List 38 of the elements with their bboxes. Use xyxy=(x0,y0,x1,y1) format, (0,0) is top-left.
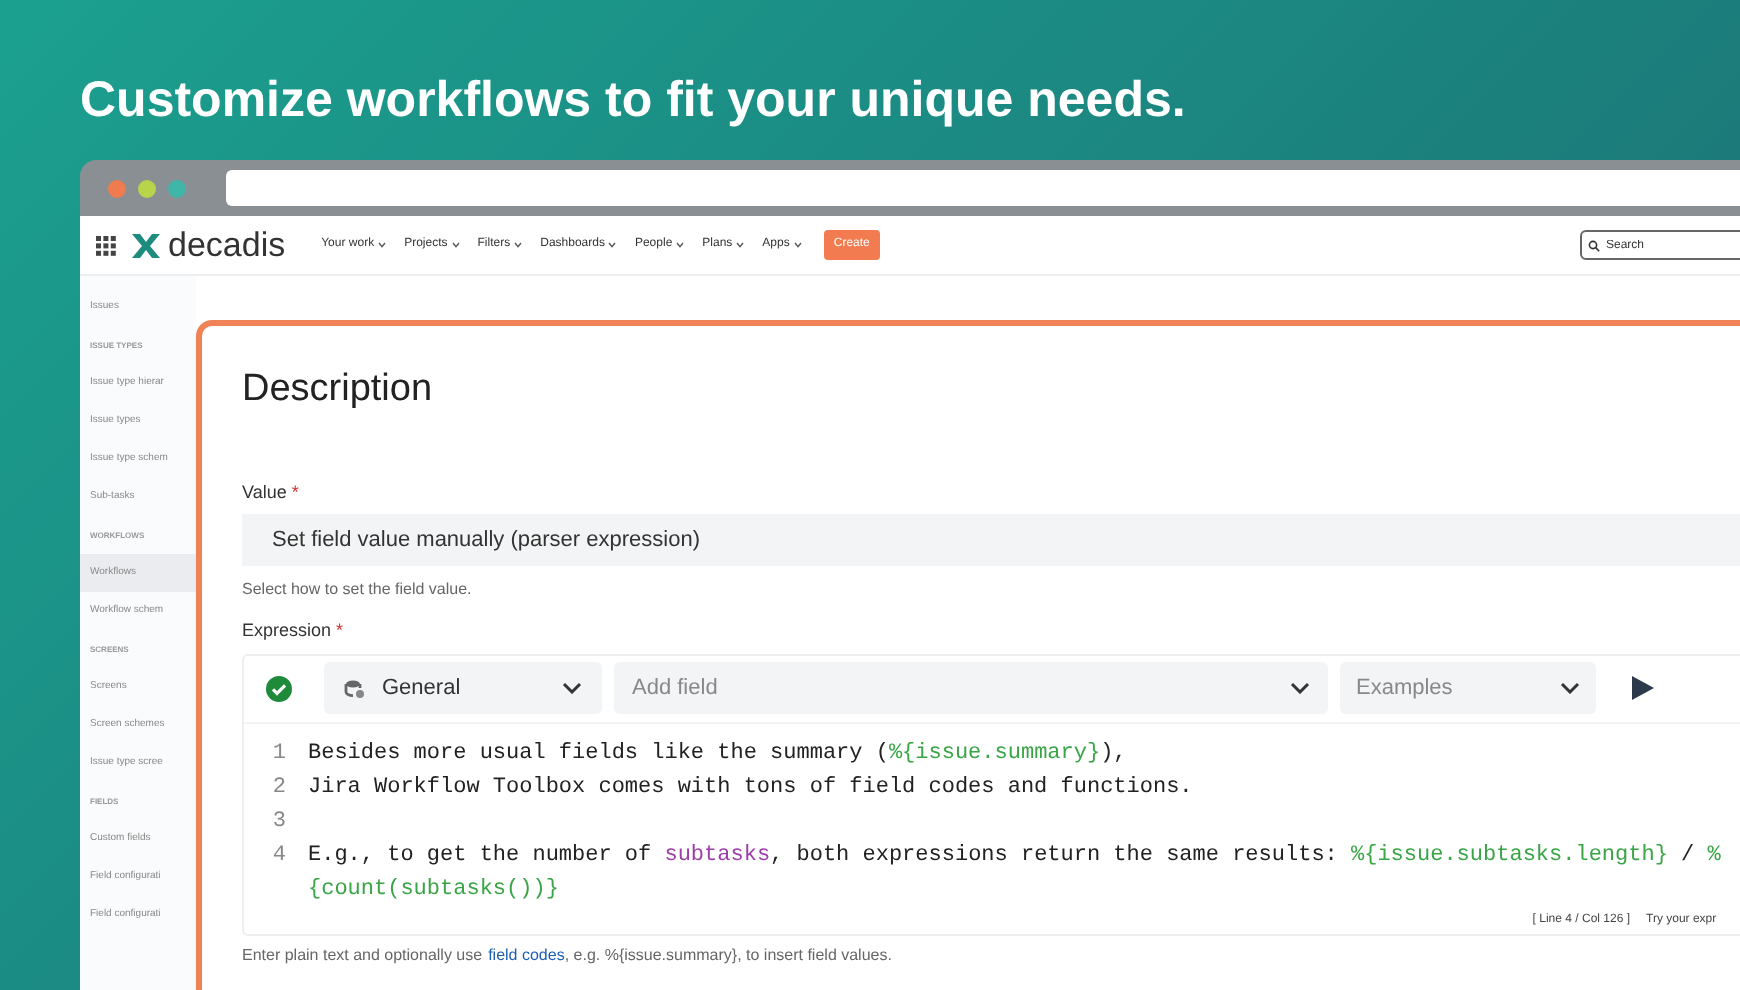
search-icon xyxy=(1588,240,1600,252)
app-grid-icon[interactable] xyxy=(96,235,116,255)
panel-title: Description xyxy=(242,366,435,414)
chevron-down-icon xyxy=(1290,682,1310,694)
line-number: 4 xyxy=(270,841,288,871)
help-text: , e.g. %{issue.summary}, to insert field values. xyxy=(564,943,892,967)
value-select[interactable]: Set field value manually (parser expression) xyxy=(242,514,1740,566)
caret-icon xyxy=(514,242,523,248)
caret-icon xyxy=(676,242,685,248)
code-line: Besides more usual fields like the summary (%{issue.summary}), xyxy=(308,739,1129,769)
field-codes-link[interactable]: field codes xyxy=(488,943,565,967)
caret-icon xyxy=(451,242,460,248)
required-mark: * xyxy=(336,620,344,640)
caret-icon xyxy=(793,242,802,248)
chevron-down-icon xyxy=(562,682,582,694)
caret-icon xyxy=(736,242,745,248)
database-icon xyxy=(344,677,366,699)
field-label: Value xyxy=(242,481,287,501)
field-label: Expression xyxy=(242,620,332,640)
code-line: Jira Workflow Toolbox comes with tons of field codes and functions. xyxy=(308,773,1195,803)
required-mark: * xyxy=(291,481,299,501)
caret-icon xyxy=(608,242,617,248)
caret-icon xyxy=(378,242,387,248)
line-number: 1 xyxy=(270,739,288,769)
examples-select[interactable]: Examples xyxy=(1340,662,1596,714)
line-number: 2 xyxy=(270,773,288,803)
logo-text[interactable]: decadis xyxy=(168,219,286,271)
play-icon[interactable] xyxy=(1632,676,1654,700)
code-line: E.g., to get the number of subtasks, both expressions return the same results: %{issue.subtasks.length} / %{count(subtasks())} xyxy=(308,841,1723,905)
headline: Customize workflows to fit your unique needs. xyxy=(80,70,1188,132)
help-text: Enter plain text and optionally use xyxy=(242,943,483,967)
help-text: Select how to set the field value. xyxy=(242,578,474,602)
line-number: 3 xyxy=(270,807,288,837)
add-field-select[interactable]: Add field xyxy=(614,662,1328,714)
category-select[interactable]: General xyxy=(324,662,602,714)
address-bar[interactable] xyxy=(226,170,1740,206)
logo-icon xyxy=(132,233,160,257)
chevron-down-icon xyxy=(1560,682,1580,694)
